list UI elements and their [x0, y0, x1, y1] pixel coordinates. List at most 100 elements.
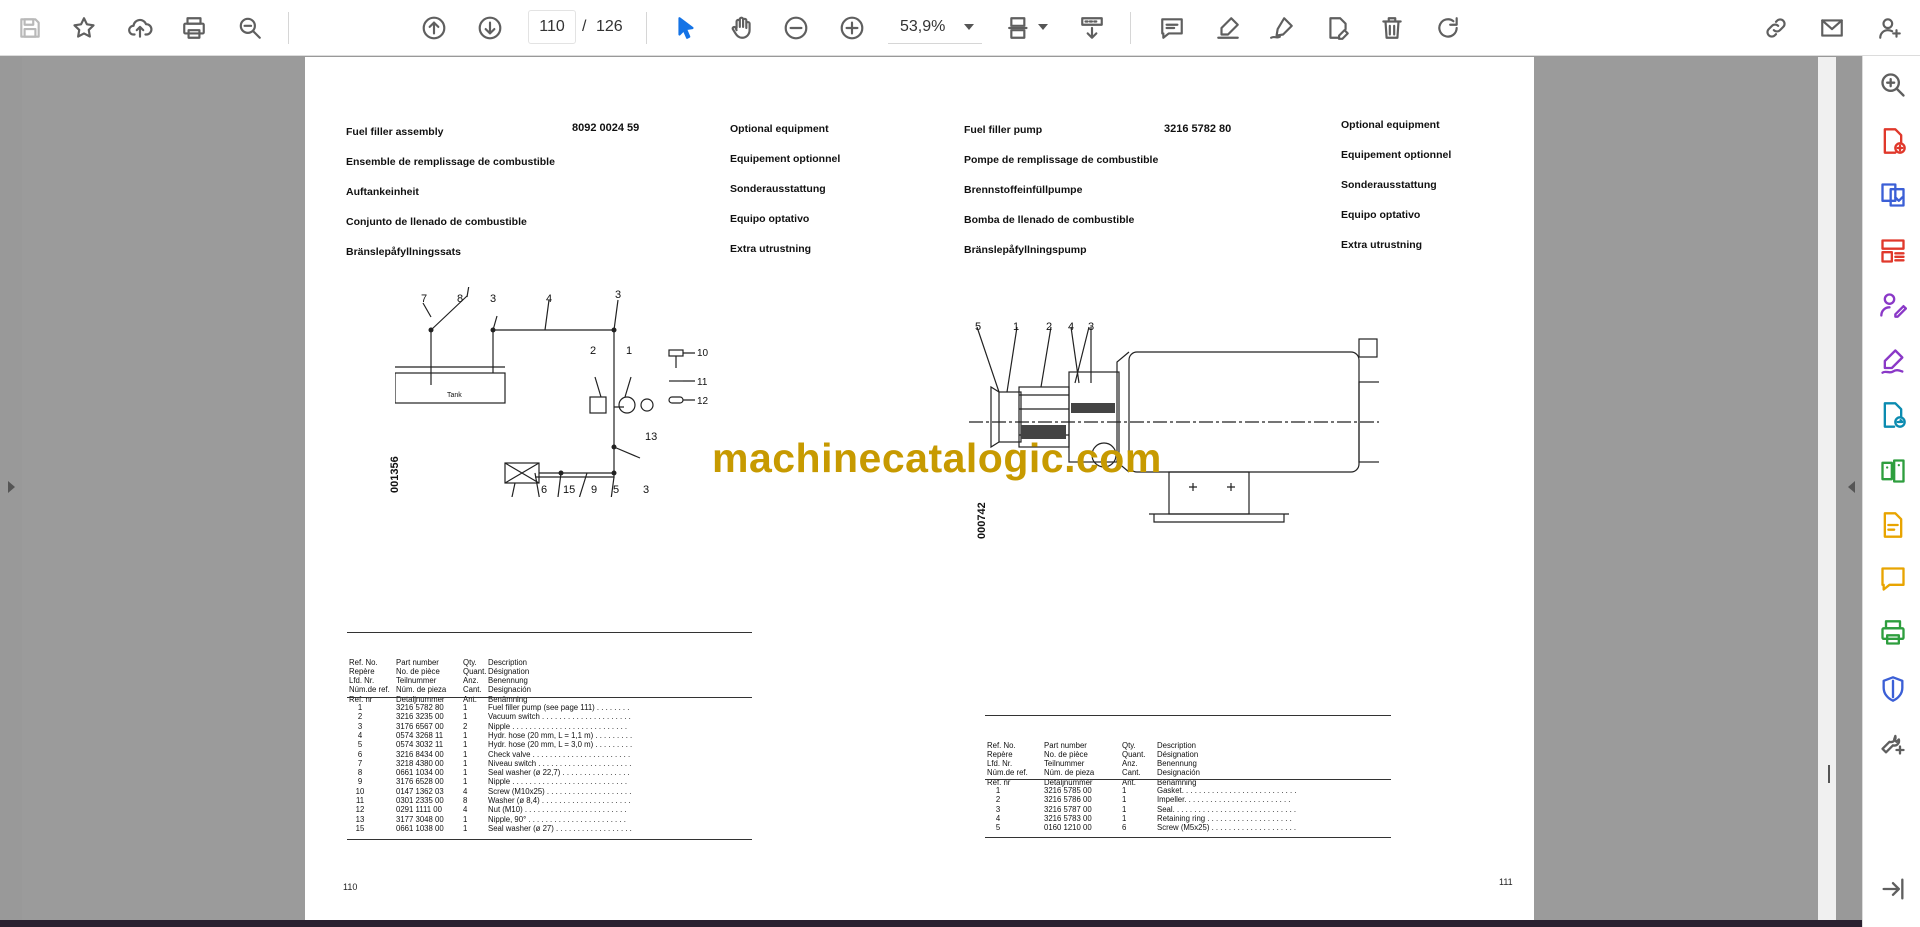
rotate-icon[interactable]	[1430, 10, 1466, 46]
cell-desc: Seal washer (ø 22,7) . . . . . . . . . .…	[488, 768, 630, 778]
fuel-filler-pump-drawing	[969, 326, 1379, 523]
cell-desc: Impeller. . . . . . . . . . . . . . . . …	[1157, 795, 1291, 805]
parts-table-header: Ref. No. Repère Lfd. Nr. Núm.de ref. Ref. nr…	[349, 639, 749, 704]
select-arrow-icon[interactable]	[668, 10, 704, 46]
cell-ref: 15	[355, 823, 365, 833]
chevron-down-icon[interactable]	[1038, 24, 1048, 30]
callout-label: 3	[1088, 321, 1095, 333]
zoom-level-select[interactable]: 53,9%	[888, 10, 982, 44]
page-layout-icon[interactable]	[1002, 10, 1038, 46]
cell-ref: 7	[357, 758, 363, 768]
page-separator: /	[582, 18, 587, 35]
scrollbar-thumb[interactable]	[1828, 765, 1830, 783]
toolbar-divider	[646, 12, 647, 44]
cell-part: 3176 6528 00	[396, 777, 444, 787]
edit-pdf-icon[interactable]	[1320, 10, 1356, 46]
table-row: 3 3216 5787 00 1 Seal. . . . . . . . . . . …	[987, 805, 1387, 814]
cell-part: 0574 3032 11	[396, 740, 444, 750]
document-viewport[interactable]: Fuel filler assembly Ensemble de remplis…	[22, 57, 1818, 920]
share-link-icon[interactable]	[1758, 10, 1794, 46]
highlight-icon[interactable]	[1210, 10, 1246, 46]
table-row: 6 3216 8434 00 1 Check valve . . . . . . . …	[349, 750, 749, 759]
title-line: Fuel filler pump	[964, 124, 1043, 136]
table-row: 4 3216 5783 00 1 Retaining ring . . . . . .…	[987, 814, 1387, 823]
table-row: 15 0661 1038 00 1 Seal washer (ø 27) . . . …	[349, 824, 749, 833]
cell-part: 3177 3048 00	[396, 814, 444, 824]
cell-part: 0661 1038 00	[396, 823, 444, 833]
add-user-icon[interactable]	[1872, 10, 1908, 46]
edit-pdf-icon[interactable]	[1878, 510, 1908, 540]
print-icon[interactable]	[176, 10, 212, 46]
cell-qty: 8	[463, 796, 468, 805]
hand-pan-icon[interactable]	[724, 10, 760, 46]
email-icon[interactable]	[1814, 10, 1850, 46]
create-pdf-icon[interactable]	[1878, 126, 1908, 156]
title-line: Brennstoffeinfüllpumpe	[964, 184, 1083, 196]
category-line: Equipement optionnel	[730, 153, 841, 165]
cell-part: 0160 1210 00	[1044, 823, 1092, 833]
scroll-mode-icon[interactable]	[1074, 10, 1110, 46]
request-signatures-icon[interactable]	[1878, 290, 1908, 320]
save-icon[interactable]	[12, 10, 48, 46]
category-line: Sonderausstattung	[730, 183, 826, 195]
cell-part: 3216 5786 00	[1044, 795, 1092, 805]
upload-cloud-icon[interactable]	[122, 10, 158, 46]
callout-label: 1	[626, 345, 633, 357]
left-panel-expand-icon[interactable]	[8, 481, 15, 493]
callout-label: 6	[541, 484, 548, 496]
comment-icon[interactable]	[1878, 564, 1908, 594]
find-icon[interactable]	[232, 10, 268, 46]
cell-qty: 1	[1122, 813, 1127, 823]
cell-part: 3216 3235 00	[396, 712, 444, 722]
table-row: 2 3216 5786 00 1 Impeller. . . . . . . . . …	[987, 795, 1387, 804]
combine-files-icon[interactable]	[1878, 180, 1908, 210]
scroll-up-icon[interactable]	[1822, 67, 1832, 77]
zoom-out-icon[interactable]	[778, 10, 814, 46]
organize-pages-icon[interactable]	[1878, 236, 1908, 266]
cell-qty: 1	[463, 749, 468, 759]
assembly-part-number: 3216 5782 80	[1164, 123, 1232, 135]
cell-part: 3216 5783 00	[1044, 813, 1092, 823]
category-block: Optional equipment Equipement optionnel …	[1341, 100, 1451, 270]
page-number-input[interactable]: 110	[528, 10, 576, 44]
more-tools-icon[interactable]	[1878, 728, 1908, 758]
watermark-text: machinecatalogic.com	[712, 435, 1162, 481]
expand-panel-icon[interactable]	[1878, 874, 1908, 904]
fill-sign-icon[interactable]	[1878, 346, 1908, 376]
protect-icon[interactable]	[1878, 674, 1908, 704]
table-row: 9 3176 6528 00 1 Nipple . . . . . . . . . .…	[349, 777, 749, 786]
right-panel-collapse-icon[interactable]	[1848, 481, 1855, 493]
delete-icon[interactable]	[1374, 10, 1410, 46]
parts-table-body: 1 3216 5785 00 1 Gasket. . . . . . . . . . …	[987, 786, 1387, 836]
table-row: 2 3216 3235 00 1 Vacuum switch . . . . . . …	[349, 712, 749, 721]
cell-qty: 2	[463, 721, 468, 731]
zoom-search-icon[interactable]	[1878, 70, 1908, 100]
cell-qty: 6	[1122, 823, 1127, 833]
sign-pen-icon[interactable]	[1264, 10, 1300, 46]
bookmark-star-icon[interactable]	[66, 10, 102, 46]
cell-desc: Nut (M10) . . . . . . . . . . . . . . . …	[488, 805, 627, 815]
cell-desc: Washer (ø 8,4) . . . . . . . . . . . . .…	[488, 796, 631, 805]
zoom-in-icon[interactable]	[834, 10, 870, 46]
cell-desc: Hydr. hose (20 mm, L = 1,1 m) . . . . . …	[488, 730, 633, 740]
callout-label: 2	[1046, 321, 1053, 333]
toolbar-divider	[288, 12, 289, 44]
export-pdf-icon[interactable]	[1878, 400, 1908, 430]
print-production-icon[interactable]	[1878, 618, 1908, 648]
compare-files-icon[interactable]	[1878, 456, 1908, 486]
table-row: 5 0574 3032 11 1 Hydr. hose (20 mm, L = 3,0…	[349, 740, 749, 749]
cell-ref: 2	[995, 795, 1001, 805]
cell-part: 0147 1362 03	[396, 786, 444, 796]
title-line: Pompe de remplissage de combustible	[964, 154, 1159, 166]
category-line: Equipement optionnel	[1341, 149, 1452, 161]
category-line: Equipo optativo	[730, 213, 810, 225]
page-up-icon[interactable]	[416, 10, 452, 46]
title-line: Ensemble de remplissage de combustible	[346, 156, 555, 168]
callout-label: 8	[457, 293, 464, 305]
page-down-icon[interactable]	[472, 10, 508, 46]
document-scrollbar[interactable]	[1818, 57, 1836, 920]
cell-desc: Retaining ring . . . . . . . . . . . . .…	[1157, 813, 1292, 823]
page-number: 111	[1499, 877, 1513, 887]
comment-icon[interactable]	[1154, 10, 1190, 46]
assembly-part-number: 8092 0024 59	[572, 122, 640, 134]
